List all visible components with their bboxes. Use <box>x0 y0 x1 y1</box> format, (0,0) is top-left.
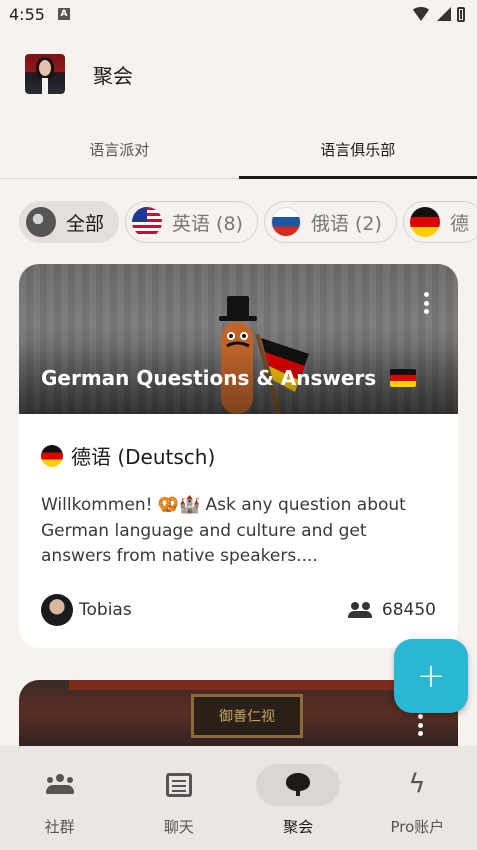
nav-label: Pro账户 <box>390 818 445 836</box>
dot <box>418 714 423 719</box>
tab-bar: 语言派对 语言俱乐部 <box>0 120 477 179</box>
avatar[interactable] <box>25 54 65 94</box>
nav-icon-wrap <box>375 764 459 806</box>
status-time: 4:55 <box>9 4 45 24</box>
nav-chat[interactable]: 聊天 <box>119 746 238 850</box>
people-icon <box>347 602 372 618</box>
globe-icon <box>26 207 56 237</box>
chip-label: 德 <box>449 212 469 235</box>
nav-label: 聚会 <box>283 818 314 836</box>
germany-flag-icon <box>41 444 63 467</box>
language-filter-chips: 全部 英语 (8) 俄语 (2) 德 <box>19 201 477 243</box>
signal-icon <box>437 7 451 21</box>
nav-icon-wrap <box>137 764 221 806</box>
nav-icon-wrap <box>256 764 341 806</box>
member-count-value: 68450 <box>381 600 436 620</box>
chip-label: 全部 <box>66 212 105 235</box>
status-indicators <box>411 6 465 22</box>
dot <box>418 722 423 728</box>
chip-german[interactable]: 德 <box>402 201 477 243</box>
russia-flag-icon <box>270 207 301 237</box>
member-count: 68450 <box>347 600 436 620</box>
wifi-icon <box>411 7 431 21</box>
club-banner-image: German Questions & Answers <box>19 264 458 414</box>
us-flag-icon <box>132 207 163 237</box>
battery-icon <box>457 6 465 22</box>
balloon-icon <box>283 773 313 797</box>
page-title: 聚会 <box>93 63 133 88</box>
chip-label: 英语 (8) <box>172 212 243 235</box>
status-bar: 4:55 A <box>0 0 477 28</box>
gate-roof <box>69 680 409 690</box>
nav-label: 聊天 <box>163 818 194 836</box>
bottom-nav: 社群 聊天 聚会 Pro账户 <box>0 746 477 850</box>
chip-russian[interactable]: 俄语 (2) <box>263 201 397 243</box>
chip-label: 俄语 (2) <box>310 212 382 235</box>
nav-community[interactable]: 社群 <box>0 746 119 850</box>
club-description: Willkommen! 🥨🏰 Ask any question about Ge… <box>41 495 406 566</box>
group-icon <box>45 773 75 797</box>
club-title-text: German Questions & Answers <box>41 366 377 390</box>
club-footer: Tobias 68450 <box>41 594 436 626</box>
add-button[interactable]: + <box>394 639 468 713</box>
app-header: 聚会 <box>0 44 477 104</box>
chip-all[interactable]: 全部 <box>19 201 120 243</box>
notification-a-icon: A <box>57 8 70 20</box>
dot <box>423 300 429 306</box>
nav-label: 社群 <box>44 818 75 836</box>
dot <box>423 292 429 297</box>
more-options-icon[interactable] <box>422 292 430 314</box>
tab-language-club[interactable]: 语言俱乐部 <box>238 120 477 179</box>
gate-sign: 御善仁视 <box>191 694 303 738</box>
nav-meetups[interactable]: 聚会 <box>239 746 358 850</box>
dot <box>423 309 429 314</box>
dot <box>418 731 423 736</box>
chat-icon <box>165 773 192 797</box>
club-title: German Questions & Answers <box>41 366 417 390</box>
nav-pro-account[interactable]: Pro账户 <box>358 746 477 850</box>
avatar-face <box>39 60 51 76</box>
more-options-icon[interactable] <box>418 714 424 736</box>
tab-language-party[interactable]: 语言派对 <box>0 120 239 178</box>
nav-icon-wrap <box>18 764 102 806</box>
owner-avatar[interactable] <box>41 594 73 626</box>
club-language-label: 德语 (Deutsch) <box>71 445 216 469</box>
chip-english[interactable]: 英语 (8) <box>125 201 258 243</box>
germany-flag-icon <box>409 207 440 237</box>
club-language: 德语 (Deutsch) <box>41 441 215 470</box>
owner-name[interactable]: Tobias <box>79 600 132 620</box>
club-card[interactable]: German Questions & Answers 德语 (Deutsch) … <box>19 264 458 648</box>
bolt-icon <box>402 769 432 799</box>
germany-flag-icon <box>390 369 417 387</box>
avatar-shirt <box>42 78 48 94</box>
